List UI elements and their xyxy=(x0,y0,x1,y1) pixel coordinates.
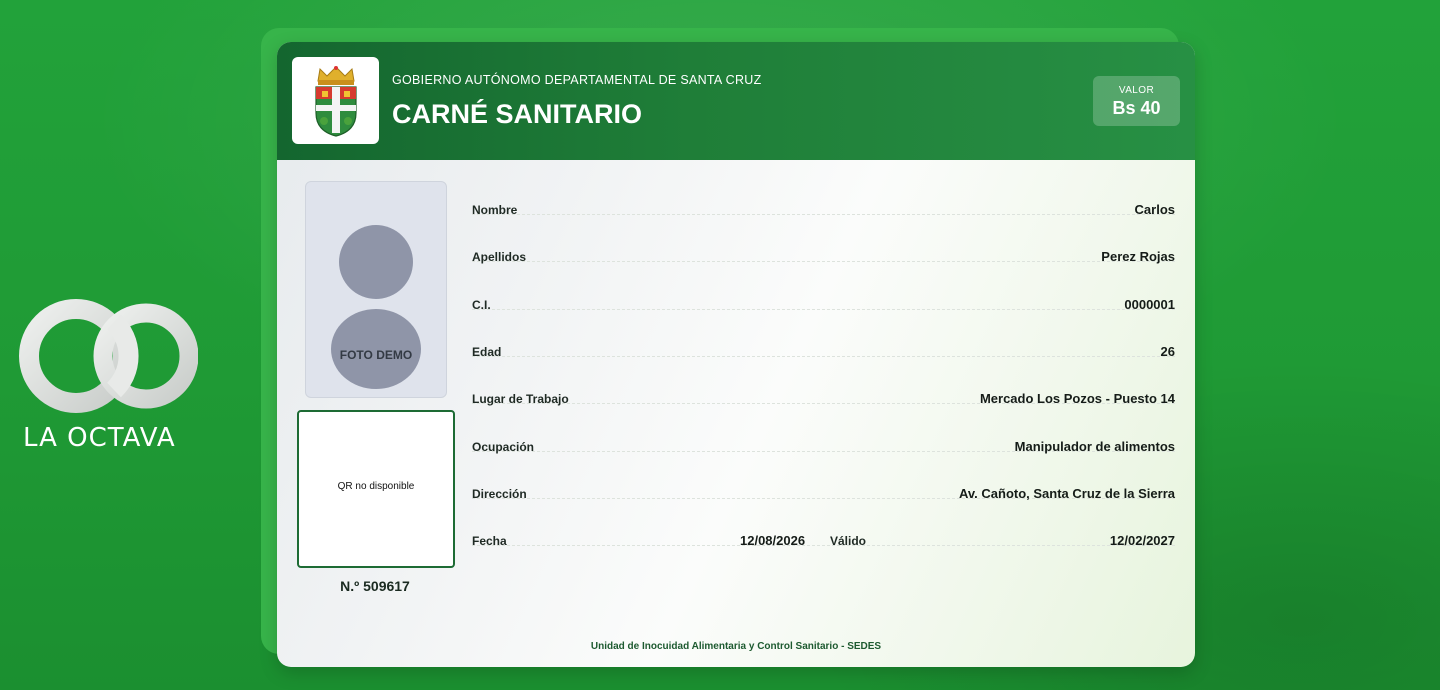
field-value: Av. Cañoto, Santa Cruz de la Sierra xyxy=(959,486,1175,501)
card-footer: Unidad de Inocuidad Alimentaria y Contro… xyxy=(590,641,882,652)
field-nombre: Nombre Carlos xyxy=(472,202,1175,223)
field-ci: C.I. 0000001 xyxy=(472,297,1175,318)
field-value: Manipulador de alimentos xyxy=(1014,439,1175,454)
field-apellidos: Apellidos Perez Rojas xyxy=(472,249,1175,270)
valido-value: 12/02/2027 xyxy=(1109,533,1175,548)
health-card: GOBIERNO AUTÓNOMO DEPARTAMENTAL DE SANTA… xyxy=(277,42,1195,667)
dotted-rule xyxy=(472,214,1175,215)
field-label: C.I. xyxy=(472,298,491,312)
field-value: 0000001 xyxy=(1124,297,1175,312)
photo-label: FOTO DEMO xyxy=(339,348,413,362)
valido-label: Válido xyxy=(830,534,867,548)
fecha-value: 12/08/2026 xyxy=(740,533,806,548)
person-silhouette-icon xyxy=(331,225,421,389)
field-label: Edad xyxy=(472,345,502,359)
field-edad: Edad 26 xyxy=(472,344,1175,365)
photo-placeholder: FOTO DEMO xyxy=(305,181,447,398)
field-label: Dirección xyxy=(472,487,527,501)
dotted-rule xyxy=(472,356,1175,357)
fecha-label: Fecha xyxy=(472,534,507,548)
field-label: Apellidos xyxy=(472,250,527,264)
field-fechas: Fecha 12/08/2026 Válido 12/02/2027 xyxy=(472,533,1175,554)
value-badge: VALOR Bs 40 xyxy=(1093,76,1180,126)
field-value: Perez Rojas xyxy=(1101,249,1175,264)
header-subtitle: GOBIERNO AUTÓNOMO DEPARTAMENTAL DE SANTA… xyxy=(392,73,762,87)
value-amount: Bs 40 xyxy=(1112,98,1161,118)
logo-text: LA OCTAVA xyxy=(23,423,176,453)
value-label: VALOR xyxy=(1118,85,1155,96)
crest-container xyxy=(292,57,379,144)
card-number: N.º 509617 xyxy=(340,578,410,594)
field-direccion: Dirección Av. Cañoto, Santa Cruz de la S… xyxy=(472,486,1175,507)
qr-placeholder-text: QR no disponible xyxy=(337,481,415,492)
field-value: Carlos xyxy=(1134,202,1175,217)
background: LA OCTAVA GOBIERNO AUTÓNOMO DEPARTAMENTA… xyxy=(0,0,1440,690)
rings-icon xyxy=(19,299,198,413)
dotted-rule xyxy=(472,545,1175,546)
field-ocupacion: Ocupación Manipulador de alimentos xyxy=(472,439,1175,460)
dotted-rule xyxy=(472,309,1175,310)
la-octava-logo: LA OCTAVA xyxy=(18,295,198,465)
field-value: 26 xyxy=(1160,344,1175,359)
field-label: Lugar de Trabajo xyxy=(472,392,569,406)
dotted-rule xyxy=(472,261,1175,262)
card-header: GOBIERNO AUTÓNOMO DEPARTAMENTAL DE SANTA… xyxy=(277,42,1195,160)
card-title: CARNÉ SANITARIO xyxy=(392,99,643,129)
field-label: Nombre xyxy=(472,203,518,217)
qr-box: QR no disponible xyxy=(297,410,455,568)
coat-of-arms-icon xyxy=(315,66,357,137)
field-label: Ocupación xyxy=(472,440,535,454)
field-value: Mercado Los Pozos - Puesto 14 xyxy=(979,391,1175,406)
field-lugar-de-trabajo: Lugar de Trabajo Mercado Los Pozos - Pue… xyxy=(472,391,1175,412)
